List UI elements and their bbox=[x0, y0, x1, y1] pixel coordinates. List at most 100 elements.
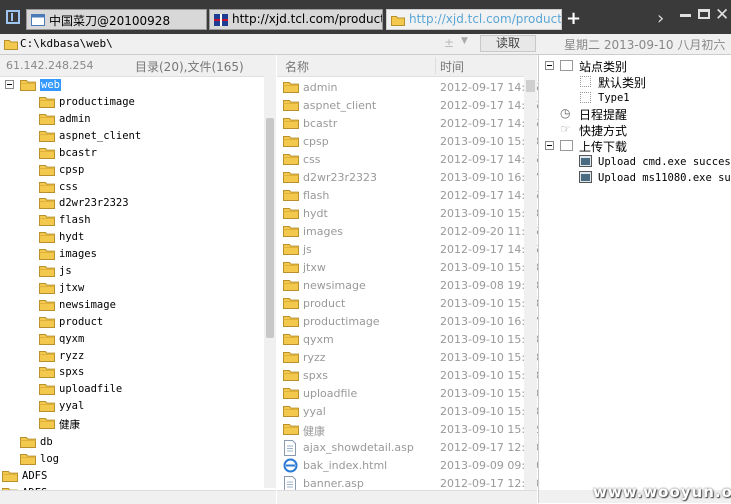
read-button[interactable]: 读取 bbox=[480, 35, 536, 52]
tree-item[interactable]: yyal bbox=[39, 398, 269, 415]
tree-item[interactable]: images bbox=[39, 246, 269, 263]
tree-item[interactable]: log bbox=[20, 451, 250, 468]
tree-item[interactable]: uploadfile bbox=[39, 381, 269, 398]
file-name: uploadfile bbox=[303, 387, 358, 400]
page-icon bbox=[580, 76, 591, 87]
tree-item[interactable]: aspnet_client bbox=[39, 128, 269, 145]
folder-icon bbox=[39, 365, 55, 381]
file-row[interactable]: cpsp 2013-09-10 15:03 bbox=[278, 133, 539, 151]
file-name: yyal bbox=[303, 405, 326, 418]
file-list-horizontal-scrollbar[interactable] bbox=[277, 490, 537, 504]
file-row[interactable]: yyal 2013-09-10 15:03 bbox=[278, 403, 539, 421]
file-name: aspnet_client bbox=[303, 99, 377, 112]
folder-icon bbox=[283, 260, 299, 276]
default-category-label[interactable]: 默认类别 bbox=[598, 74, 646, 91]
tree-item-web[interactable]: web bbox=[20, 77, 250, 94]
file-list-scrollbar[interactable] bbox=[524, 76, 537, 490]
folder-icon bbox=[39, 112, 55, 128]
tree-item[interactable]: cpsp bbox=[39, 162, 269, 179]
tab-site-2[interactable]: http://xjd.tcl.com/productima... bbox=[386, 9, 562, 30]
file-row[interactable]: images 2012-09-20 11:55 bbox=[278, 223, 539, 241]
tab-main[interactable]: 中国菜刀@20100928 bbox=[26, 9, 207, 30]
collapse-toggle[interactable] bbox=[5, 80, 14, 89]
chevron-right-icon[interactable]: › bbox=[657, 8, 664, 29]
tree-item[interactable]: js bbox=[39, 263, 269, 280]
tree-item-label: yyal bbox=[59, 400, 85, 413]
file-list-header bbox=[277, 55, 537, 77]
collapse-toggle[interactable] bbox=[545, 141, 554, 150]
file-row[interactable]: bak_index.html 2013-09-09 09:59 bbox=[278, 457, 539, 475]
file-row[interactable]: newsimage 2013-09-08 19:23 bbox=[278, 277, 539, 295]
file-row[interactable]: hydt 2013-09-10 15:03 bbox=[278, 205, 539, 223]
folder-icon bbox=[39, 281, 55, 297]
file-row[interactable]: spxs 2013-09-10 15:03 bbox=[278, 367, 539, 385]
file-row[interactable]: d2wr23r2323 2013-09-10 16:07 bbox=[278, 169, 539, 187]
file-row[interactable]: aspnet_client 2012-09-17 14:05 bbox=[278, 97, 539, 115]
tree-item[interactable]: 健康 bbox=[39, 415, 269, 432]
file-row[interactable]: jtxw 2013-09-10 15:03 bbox=[278, 259, 539, 277]
file-row[interactable]: ryzz 2013-09-10 15:03 bbox=[278, 349, 539, 367]
tree-item-label: db bbox=[40, 436, 53, 448]
folder-icon bbox=[39, 95, 55, 111]
plus-minus-icon[interactable]: ± bbox=[444, 36, 454, 50]
path-input[interactable] bbox=[20, 36, 460, 51]
tree-item[interactable]: hydt bbox=[39, 229, 269, 246]
tree-item[interactable]: db bbox=[20, 434, 250, 451]
tree-item[interactable]: newsimage bbox=[39, 297, 269, 314]
folder-icon bbox=[283, 368, 299, 384]
collapse-toggle[interactable] bbox=[545, 61, 554, 70]
tree-item-label: log bbox=[40, 453, 59, 465]
schedule-label[interactable]: 日程提醒 bbox=[579, 106, 627, 123]
tab-label: http://xjd.tcl.com/productima... bbox=[409, 12, 562, 26]
file-row[interactable]: css 2012-09-17 14:05 bbox=[278, 151, 539, 169]
minimize-button[interactable] bbox=[680, 14, 691, 17]
tree-item-label: admin bbox=[59, 112, 91, 125]
tree-item[interactable]: product bbox=[39, 314, 269, 331]
tree-horizontal-scrollbar[interactable] bbox=[0, 490, 276, 504]
tree-item[interactable]: productimage bbox=[39, 94, 269, 111]
tree-item-label: css bbox=[59, 180, 78, 193]
file-name: bak_index.html bbox=[303, 459, 388, 472]
type1-label[interactable]: Type1 bbox=[598, 92, 630, 104]
file-row[interactable]: 健康 2013-09-10 15:02 bbox=[278, 421, 539, 439]
column-divider[interactable] bbox=[435, 57, 436, 74]
file-row[interactable]: flash 2012-09-17 14:05 bbox=[278, 187, 539, 205]
upload-download-label[interactable]: 上传下载 bbox=[579, 138, 627, 155]
folder-icon bbox=[283, 152, 299, 168]
site-category-label[interactable]: 站点类别 bbox=[579, 58, 627, 75]
tree-item-label: ryzz bbox=[59, 349, 85, 362]
file-row[interactable]: qyxm 2013-09-10 15:03 bbox=[278, 331, 539, 349]
file-row[interactable]: uploadfile 2013-09-10 15:00 bbox=[278, 385, 539, 403]
tree-scrollbar-thumb[interactable] bbox=[266, 118, 274, 338]
tree-item[interactable]: css bbox=[39, 179, 269, 196]
upload-icon bbox=[560, 140, 573, 151]
file-row[interactable]: admin 2012-09-17 14:05 bbox=[278, 79, 539, 97]
tree-item[interactable]: qyxm bbox=[39, 331, 269, 348]
tree-item[interactable]: flash bbox=[39, 212, 269, 229]
column-name-header[interactable]: 名称 bbox=[285, 58, 309, 75]
tab-site-1[interactable]: http://xjd.tcl.com/productima... bbox=[209, 9, 383, 30]
file-row[interactable]: productimage 2013-09-10 16:07 bbox=[278, 313, 539, 331]
tree-item[interactable]: admin bbox=[39, 111, 269, 128]
file-name: 健康 bbox=[303, 425, 325, 438]
file-row[interactable]: js 2012-09-17 14:05 bbox=[278, 241, 539, 259]
file-row[interactable]: ajax_showdetail.asp 2012-09-17 12:40 bbox=[278, 439, 539, 457]
tree-item[interactable]: jtxw bbox=[39, 280, 269, 297]
folder-icon bbox=[20, 435, 36, 451]
tree-item[interactable]: spxs bbox=[39, 364, 269, 381]
chevron-down-icon[interactable]: ▼ bbox=[461, 36, 468, 46]
file-row[interactable]: product 2013-09-10 15:03 bbox=[278, 295, 539, 313]
maximize-button[interactable] bbox=[698, 9, 710, 19]
tree-item[interactable]: bcastr bbox=[39, 145, 269, 162]
tree-item[interactable]: d2wr23r2323 bbox=[39, 195, 269, 212]
file-list-scrollbar-thumb[interactable] bbox=[526, 80, 535, 92]
file-name: jtxw bbox=[303, 261, 326, 274]
column-time-header[interactable]: 时间 bbox=[440, 58, 464, 75]
new-tab-button[interactable]: + bbox=[566, 10, 581, 28]
tree-item[interactable]: ADFS bbox=[2, 468, 232, 485]
file-row[interactable]: bcastr 2012-09-17 14:05 bbox=[278, 115, 539, 133]
tree-item[interactable]: ryzz bbox=[39, 348, 269, 365]
close-button[interactable]: ✕ bbox=[715, 5, 729, 25]
app-menu-icon[interactable] bbox=[6, 10, 20, 24]
shortcut-label[interactable]: 快捷方式 bbox=[579, 122, 627, 139]
